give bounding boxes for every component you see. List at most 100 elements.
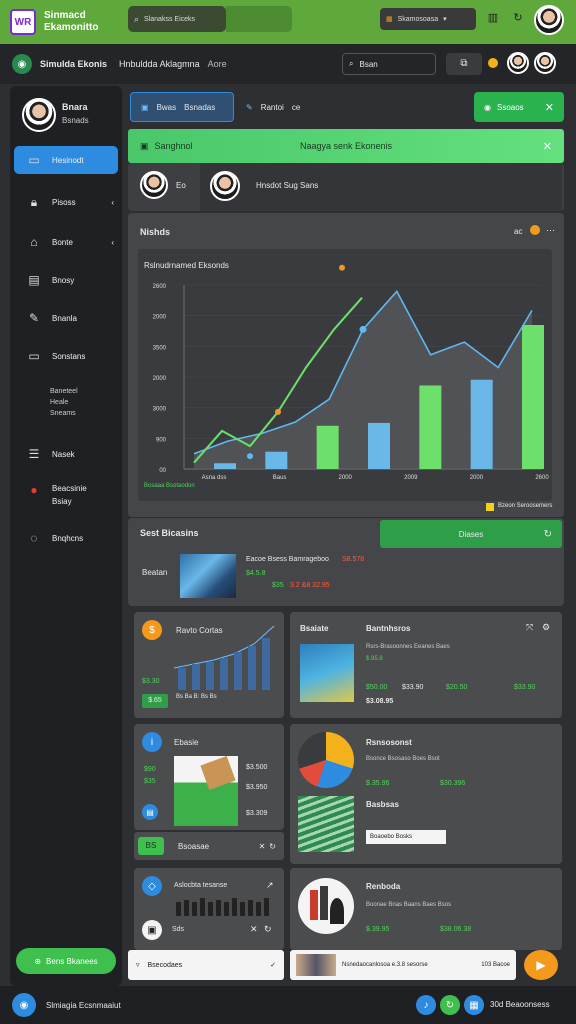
gear-icon[interactable]: ⚙ <box>542 622 550 633</box>
card-ebasie-title: Ebasie <box>174 738 199 747</box>
chart-bar <box>316 425 339 469</box>
card-transfer-sub: Basbsas <box>366 800 399 809</box>
book-icon[interactable]: ▥ <box>486 11 500 25</box>
app-logo[interactable]: WR <box>10 9 36 35</box>
sidebar-item-alert[interactable]: ● Beacsinie Bsiay <box>14 478 118 514</box>
home-icon: ⌂ <box>30 235 38 249</box>
card-revenue-badge: $.65 <box>142 694 168 708</box>
sidebar-item-label: Bsiay <box>52 497 72 506</box>
camera-icon[interactable]: ⧉ <box>446 53 482 75</box>
sidebar-item-dashboard[interactable]: ▭ Hesinodt <box>14 146 118 174</box>
top-search[interactable]: ⌕ Slanakss Eiceks <box>128 6 226 32</box>
sidebar-item-lock[interactable]: 🔒︎ Pisoss ‹ <box>14 188 118 216</box>
sidebar-subitem[interactable]: Heale <box>50 397 78 408</box>
sidebar-subitem[interactable]: Sneams <box>50 408 78 419</box>
top-bar: WR Sinmacd Ekamonitto ⌕ Slanakss Eiceks … <box>0 0 576 44</box>
pill-badge: BS <box>138 837 164 855</box>
person-avatar-1[interactable] <box>140 171 168 199</box>
data-point <box>359 325 367 333</box>
breadcrumb[interactable]: Hnbuldda Aklagmna <box>119 59 200 69</box>
sidebar-item-list[interactable]: ☰ Nasek <box>14 440 118 468</box>
sidebar-item-screen[interactable]: ▭ Sonstans <box>14 342 118 370</box>
card-balance-sub: Bantnhsros <box>366 624 411 633</box>
people-panel <box>200 163 562 211</box>
sidebar-item-label: Nasek <box>52 449 75 459</box>
expand-icon[interactable]: ↗ <box>266 880 274 891</box>
card-ebasie[interactable]: i Ebasie $90 $35 $3.500 $3.950 $3.309 ▤ <box>134 724 284 830</box>
expand-icon[interactable]: ⤧ <box>526 622 533 633</box>
play-button[interactable]: ▶ <box>524 950 558 980</box>
mini-bar-chart <box>174 625 275 690</box>
card-revenue[interactable]: $ Ravto Cortas $3.30 Bs Ba B: Bs Bs $.65 <box>134 612 284 718</box>
alert-icon: ● <box>30 483 38 497</box>
sidebar-item-calendar[interactable]: ▤ Bnosy <box>14 266 118 294</box>
top-action-button[interactable]: ▦ Skamosoasa ▾ <box>380 8 476 30</box>
lock-icon: ▣ <box>142 920 162 940</box>
sub-search[interactable]: ⌕ Bsan <box>342 53 436 75</box>
data-point <box>339 264 345 271</box>
avatar-3[interactable] <box>534 52 556 74</box>
x-tick-label: Baus <box>273 475 287 481</box>
sidebar-item-edit[interactable]: ✎ Bnanla <box>14 304 118 332</box>
card-allocation[interactable]: ◇ Aslocbta tesanse ↗ ▣ Sds ✕ ↻ <box>134 868 284 950</box>
card-balance[interactable]: Bsaiate Bantnhsros ⤧ ⚙ Rsrs-Brasoonnes E… <box>290 612 562 718</box>
breadcrumb-2[interactable]: Aore <box>208 59 227 69</box>
close-icon[interactable]: ✕ <box>259 842 266 851</box>
sidebar-item-home[interactable]: ⌂ Bonte ‹ <box>14 228 118 256</box>
close-icon[interactable]: ✕ <box>250 924 258 935</box>
stats-headline-red: S8.578 <box>342 556 365 563</box>
chart-panel-heading: Nishds <box>140 227 171 237</box>
sidebar-avatar[interactable] <box>22 98 56 132</box>
top-search-extension[interactable] <box>226 6 292 32</box>
green-action-button[interactable]: ◉ Ssoaos ✕ <box>474 92 564 122</box>
lock-icon: 🔒︎ <box>30 195 38 209</box>
more-icon[interactable]: ⋯ <box>546 225 555 236</box>
tab-primary[interactable]: ▣ Bwas Bsnadas <box>130 92 234 122</box>
bottom-input-mid[interactable]: Nsnedaocanlosoa e.3.8 sesorse 103 Bacoe <box>290 950 516 980</box>
app-title-line1: Sinmacd <box>44 10 86 21</box>
pie-thumbnail <box>298 732 354 788</box>
card-balance-v3: $33.90 <box>402 684 424 691</box>
card-revenue-axis: Bs Ba B: Bs Bs <box>176 694 217 700</box>
refresh-icon[interactable]: ↻ <box>269 842 276 851</box>
card-transfer[interactable]: Rsnsosonst Bsonce Bsosaso Boes Bsot $.35… <box>290 724 562 864</box>
sidebar-bottom-button[interactable]: ⊕ Bens Bkanees <box>16 948 116 974</box>
card-transfer-button[interactable]: Boaoebo Bosks <box>366 830 446 844</box>
tab-secondary-label: Rantoi <box>260 102 284 112</box>
card-allocation-sub: Sds <box>172 926 185 933</box>
app-icon[interactable]: ◉ <box>12 54 32 74</box>
refresh-icon[interactable]: ↻ <box>264 924 272 935</box>
stats-title: Sest Bicasins <box>140 528 199 538</box>
music-icon[interactable]: ♪ <box>416 995 436 1015</box>
pill-text: Bsoasae <box>178 841 210 851</box>
close-icon[interactable]: ✕ <box>545 101 554 114</box>
sidebar-sublist: Baneteel Heale Sneams <box>50 386 78 419</box>
stats-button[interactable]: Diases ↻ <box>380 520 562 548</box>
card-transfer-v1: $.35.96 <box>366 780 390 787</box>
check-circle-icon: ◉ <box>484 102 491 112</box>
sidebar-item-chat[interactable]: ◌ Bnqhcns <box>14 524 118 552</box>
grid-icon: ▦ <box>386 16 393 23</box>
search-icon: ⌕ <box>349 59 354 68</box>
card-rewards[interactable]: Renboda Boonae Bnas Baans Baes Bsos $.39… <box>290 868 562 950</box>
x-tick-label: 2000 <box>470 475 484 481</box>
x-tick-label: 2600 <box>535 475 549 481</box>
person-avatar-2[interactable] <box>210 171 240 201</box>
refresh-icon[interactable]: ↻ <box>440 995 460 1015</box>
bottom-input-left[interactable]: ▿ Bsecodaes ✓ <box>128 950 284 980</box>
footer-logo-icon[interactable]: ◉ <box>12 993 36 1017</box>
legend-swatch <box>486 503 494 511</box>
search-icon: ⌕ <box>134 13 140 24</box>
close-icon[interactable]: ✕ <box>543 140 552 153</box>
sidebar-subitem[interactable]: Baneteel <box>50 386 78 397</box>
tab-secondary[interactable]: ✎ Rantoi ce <box>240 92 330 122</box>
status-pill[interactable]: BS Bsoasae ✕ ↻ <box>134 832 284 860</box>
grid-icon[interactable]: ▦ <box>464 995 484 1015</box>
refresh-icon: ↻ <box>543 528 552 540</box>
user-avatar[interactable] <box>534 5 564 35</box>
info-icon: i <box>142 732 162 752</box>
refresh-icon[interactable]: ↻ <box>511 11 525 25</box>
shield-icon: ◇ <box>142 876 162 896</box>
avatar-2[interactable] <box>507 52 529 74</box>
green-action-label: Ssoaos <box>496 102 524 112</box>
